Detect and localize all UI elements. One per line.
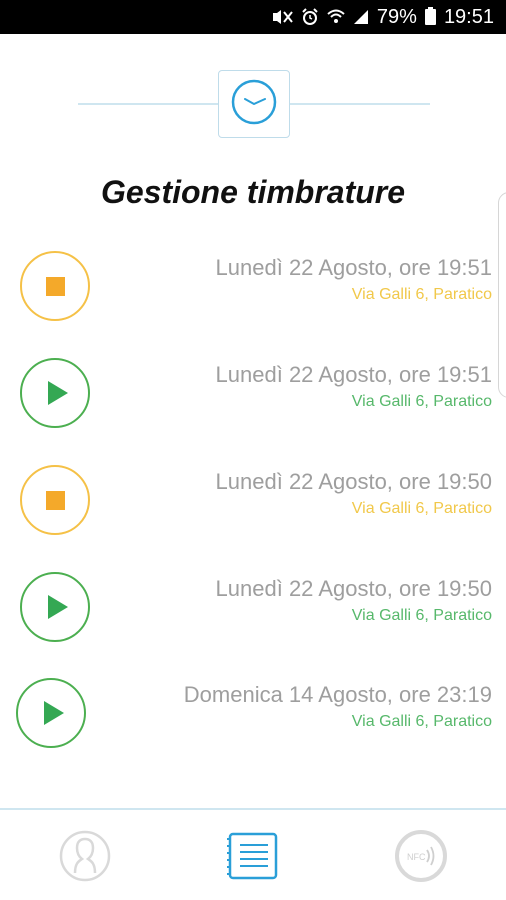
entry-address: Via Galli 6, Paratico bbox=[351, 393, 492, 410]
nav-list-button[interactable] bbox=[225, 830, 281, 886]
entry-address: Via Galli 6, Paratico bbox=[351, 607, 492, 624]
entry-date: Lunedì 22 Agosto, ore 19:50 bbox=[215, 469, 492, 494]
stop-button[interactable] bbox=[20, 251, 90, 321]
list-item: Lunedì 22 Agosto, ore 19:50 Via Galli 6,… bbox=[0, 465, 506, 545]
play-icon bbox=[48, 595, 68, 619]
nfc-icon: NFC bbox=[393, 828, 449, 889]
status-time: 19:51 bbox=[443, 5, 494, 28]
entry-address: Via Galli 6, Paratico bbox=[351, 500, 492, 517]
battery-percent: 79% bbox=[376, 5, 417, 28]
header-divider-left bbox=[78, 103, 218, 105]
clock-icon bbox=[228, 76, 280, 133]
list-item: Domenica 14 Agosto, ore 23:19 Via Galli … bbox=[0, 678, 506, 758]
signal-icon bbox=[353, 9, 369, 25]
entry-date: Lunedì 22 Agosto, ore 19:50 bbox=[215, 576, 492, 601]
entry-date: Lunedì 22 Agosto, ore 19:51 bbox=[215, 362, 492, 387]
nav-nfc-button[interactable]: NFC bbox=[393, 828, 449, 889]
list-item: Lunedì 22 Agosto, ore 19:51 Via Galli 6,… bbox=[0, 358, 506, 438]
entry-date: Domenica 14 Agosto, ore 23:19 bbox=[183, 682, 492, 707]
entry-address: Via Galli 6, Paratico bbox=[351, 713, 492, 730]
mute-icon bbox=[271, 9, 293, 25]
alarm-icon bbox=[301, 8, 319, 26]
start-button[interactable] bbox=[20, 572, 90, 642]
nav-profile-button[interactable] bbox=[57, 830, 113, 886]
header-divider-right bbox=[290, 103, 430, 105]
stop-icon bbox=[45, 490, 65, 510]
wifi-icon bbox=[327, 9, 345, 25]
list-item: Lunedì 22 Agosto, ore 19:51 Via Galli 6,… bbox=[0, 251, 506, 331]
play-icon bbox=[44, 701, 64, 725]
entry-date: Lunedì 22 Agosto, ore 19:51 bbox=[215, 255, 492, 280]
bottom-navigation: NFC bbox=[0, 808, 506, 900]
list-item: Lunedì 22 Agosto, ore 19:50 Via Galli 6,… bbox=[0, 572, 506, 652]
stop-icon bbox=[45, 276, 65, 296]
play-icon bbox=[48, 381, 68, 405]
start-button[interactable] bbox=[20, 358, 90, 428]
clock-badge bbox=[218, 70, 290, 138]
nfc-label: NFC bbox=[407, 852, 426, 862]
entry-address: Via Galli 6, Paratico bbox=[351, 286, 492, 303]
profile-icon bbox=[58, 829, 112, 888]
status-bar: 79% 19:51 bbox=[0, 0, 506, 34]
page-title: Gestione timbrature bbox=[100, 174, 406, 210]
stop-button[interactable] bbox=[20, 465, 90, 535]
start-button[interactable] bbox=[16, 678, 86, 748]
battery-icon bbox=[424, 7, 436, 25]
list-icon bbox=[226, 831, 280, 886]
